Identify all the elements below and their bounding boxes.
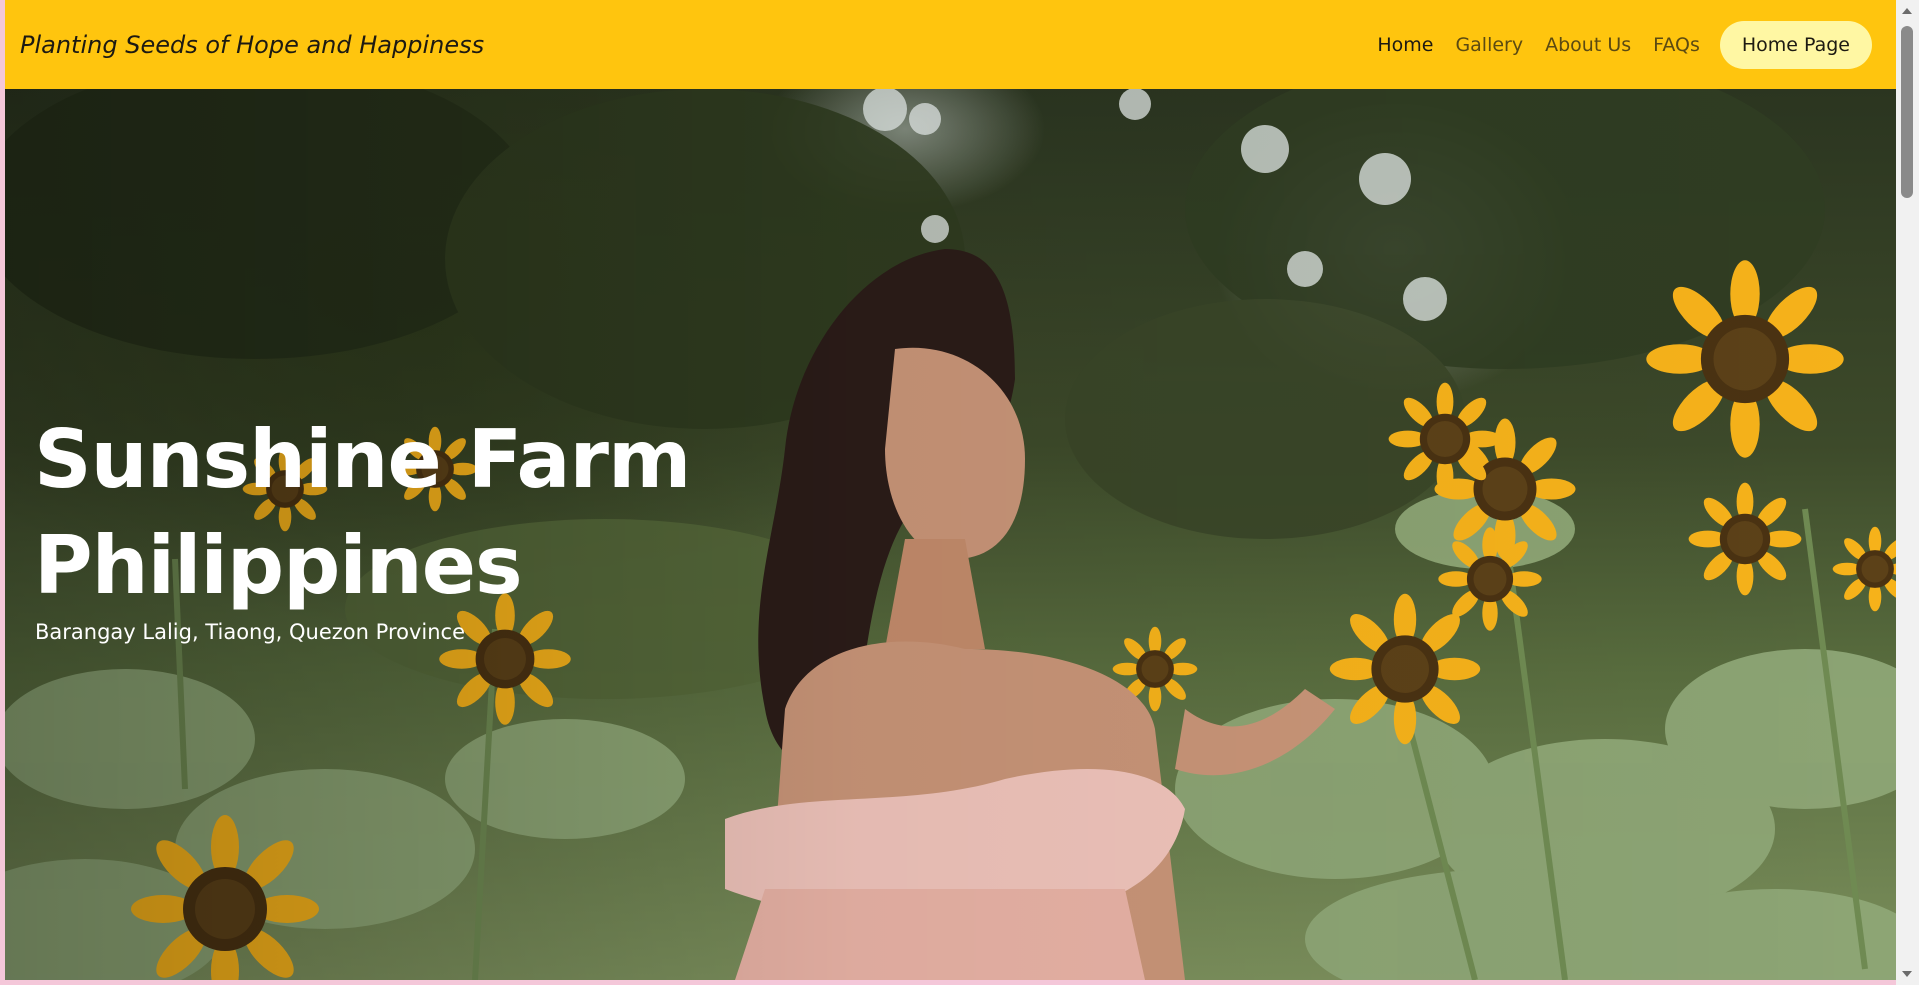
home-page-button[interactable]: Home Page — [1719, 20, 1872, 69]
hero-subtitle: Barangay Lalig, Tiaong, Quezon Province — [35, 620, 465, 644]
nav-link-home[interactable]: Home — [1377, 34, 1433, 56]
navbar: Planting Seeds of Hope and Happiness Hom… — [5, 0, 1896, 89]
scrollbar-thumb[interactable] — [1901, 26, 1913, 198]
scroll-down-arrow-icon[interactable] — [1902, 971, 1912, 977]
nav-links: Home Gallery About Us FAQs Home Page — [1355, 0, 1872, 89]
vertical-scrollbar[interactable] — [1896, 0, 1919, 985]
nav-link-about-us[interactable]: About Us — [1545, 34, 1631, 56]
scroll-up-arrow-icon[interactable] — [1902, 8, 1912, 14]
brand-title[interactable]: Planting Seeds of Hope and Happiness — [20, 31, 484, 59]
nav-link-faqs[interactable]: FAQs — [1653, 34, 1700, 56]
hero-banner: Sunshine Farm Philippines Barangay Lalig… — [5, 89, 1896, 980]
page: Planting Seeds of Hope and Happiness Hom… — [5, 0, 1896, 980]
hero-title: Sunshine Farm Philippines — [34, 413, 691, 612]
nav-link-gallery[interactable]: Gallery — [1455, 34, 1523, 56]
